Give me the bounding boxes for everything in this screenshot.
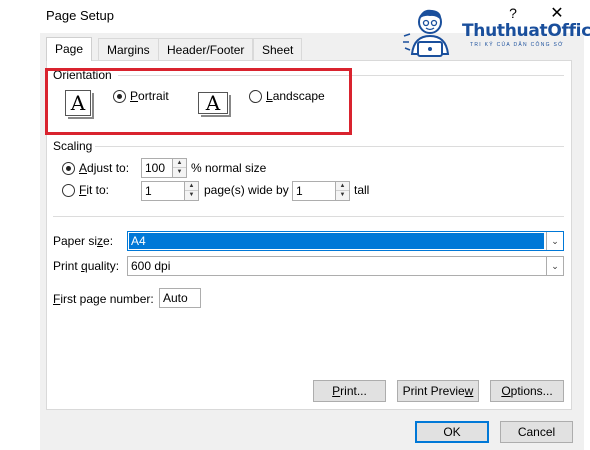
fit-wide-stepper[interactable]: 1 ▲ ▼	[141, 181, 199, 201]
logo-name: ThuthuatOffice	[462, 21, 590, 41]
chevron-down-icon[interactable]: ⌄	[546, 232, 563, 250]
print-quality-label: Print quality:	[53, 259, 120, 273]
print-quality-select[interactable]: 600 dpi ⌄	[127, 256, 564, 276]
ok-button[interactable]: OK	[415, 421, 489, 443]
fit-wide-down-arrow-icon[interactable]: ▼	[185, 191, 198, 200]
adjust-down-arrow-icon[interactable]: ▼	[173, 168, 186, 177]
logo-tagline: TRI KỶ CỦA DÂN CÔNG SỞ	[470, 42, 564, 48]
first-page-number-label: First page number:	[53, 292, 154, 306]
fit-tall-value: 1	[296, 184, 303, 198]
adjust-to-suffix: % normal size	[191, 161, 267, 175]
mascot-icon	[403, 9, 450, 57]
fit-tall-down-arrow-icon[interactable]: ▼	[336, 191, 349, 200]
first-page-number-field[interactable]	[160, 289, 200, 307]
fit-tall-suffix: tall	[354, 183, 370, 197]
tab-margins[interactable]: Margins	[98, 38, 159, 60]
tab-sheet[interactable]: Sheet	[253, 38, 303, 60]
scaling-divider	[93, 146, 564, 147]
scaling-group-label: Scaling	[53, 139, 96, 153]
tab-page[interactable]: Page	[46, 37, 93, 61]
fit-tall-stepper[interactable]: 1 ▲ ▼	[292, 181, 350, 201]
options-button[interactable]: Options...	[490, 380, 564, 402]
adjust-to-radio[interactable]	[62, 162, 75, 175]
adjust-to-value: 100	[145, 161, 166, 175]
tab-header-footer[interactable]: Header/Footer	[158, 38, 254, 60]
fit-tall-up-arrow-icon[interactable]: ▲	[336, 182, 349, 191]
fit-to-radio[interactable]	[62, 184, 75, 197]
fit-wide-up-arrow-icon[interactable]: ▲	[185, 182, 198, 191]
adjust-to-stepper[interactable]: 100 ▲ ▼	[141, 158, 187, 178]
adjust-up-arrow-icon[interactable]: ▲	[173, 159, 186, 168]
fit-wide-suffix: page(s) wide by	[204, 183, 289, 197]
cancel-button[interactable]: Cancel	[500, 421, 573, 443]
brand-logo: ThuthuatOffice TRI KỶ CỦA DÂN CÔNG SỞ	[402, 6, 590, 62]
paper-size-value: A4	[129, 233, 544, 249]
paper-size-label: Paper size:	[53, 234, 114, 248]
adjust-to-label[interactable]: Adjust to:	[79, 161, 129, 175]
print-preview-button[interactable]: Print Preview	[397, 380, 479, 402]
chevron-down-icon[interactable]: ⌄	[546, 257, 563, 275]
page-setup-dialog: Page Setup ? ✕ ThuthuatOffice TRI KỶ CỦA…	[0, 0, 590, 450]
fit-wide-value: 1	[145, 184, 152, 198]
fit-to-label[interactable]: Fit to:	[79, 183, 109, 197]
orientation-highlight-box	[45, 68, 352, 135]
dialog-title: Page Setup	[46, 8, 114, 23]
print-quality-value: 600 dpi	[131, 259, 171, 273]
paper-size-select[interactable]: A4 ⌄	[127, 231, 564, 251]
print-button[interactable]: Print...	[313, 380, 386, 402]
first-page-number-input[interactable]	[159, 288, 201, 308]
scaling-bottom-divider	[53, 216, 564, 217]
